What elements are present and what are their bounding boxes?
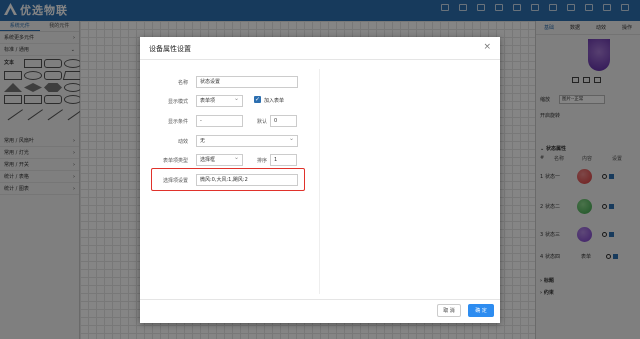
display-mode-label: 显示模式 <box>167 99 188 105</box>
close-icon[interactable]: × <box>483 42 491 52</box>
default-input[interactable]: 0 <box>270 115 297 127</box>
display-condition-label: 显示条件 <box>167 119 188 125</box>
default-label: 默认 <box>256 119 267 125</box>
divider <box>140 299 500 300</box>
name-label: 名称 <box>177 80 188 86</box>
join-form-label: 加入表单 <box>264 98 285 104</box>
join-form-checkbox[interactable]: ✓ <box>254 96 261 103</box>
divider <box>319 69 320 294</box>
highlight-box <box>151 168 305 191</box>
form-item-type-label: 表单项类型 <box>162 158 188 164</box>
name-input[interactable]: 状态设置 <box>196 76 298 88</box>
dialog-title: 设备属性设置 <box>149 45 191 53</box>
animation-select[interactable]: 无 <box>196 134 298 147</box>
confirm-button[interactable]: 确 定 <box>468 304 494 317</box>
cancel-button[interactable]: 取 消 <box>437 304 461 317</box>
divider <box>140 59 500 60</box>
animation-label: 动效 <box>177 139 188 145</box>
sort-input[interactable]: 1 <box>270 154 297 166</box>
display-mode-select[interactable]: 表单项 <box>196 94 243 107</box>
sort-label: 排序 <box>256 158 267 164</box>
